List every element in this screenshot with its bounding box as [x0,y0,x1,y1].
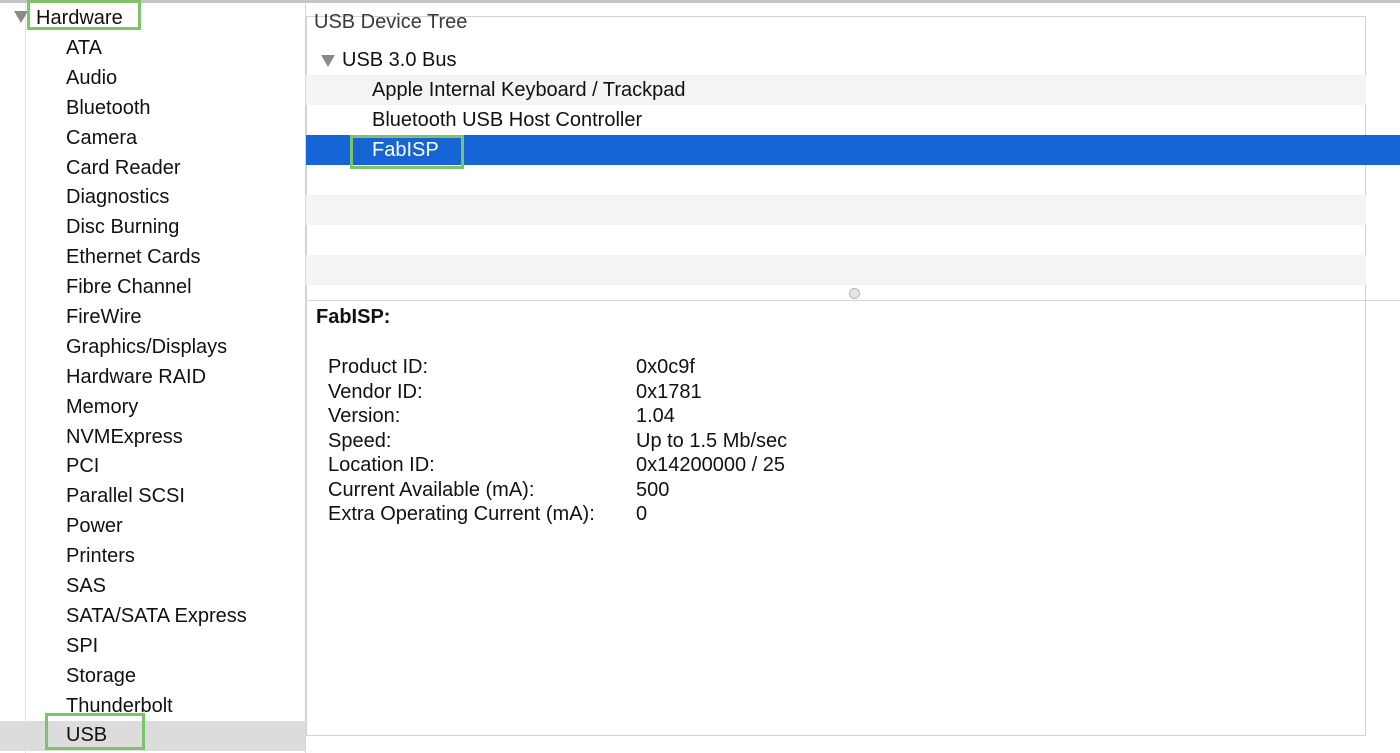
sidebar-item-ata[interactable]: ATA [0,34,305,64]
detail-key: Product ID: [328,356,429,378]
tree-device-label: Bluetooth USB Host Controller [372,109,643,131]
detail-row-extra-operating-current: Extra Operating Current (mA): 0 [328,502,787,527]
tree-row-empty [306,195,1366,225]
sidebar-item-power[interactable]: Power [0,512,305,542]
tree-row-empty [306,165,1366,195]
sidebar-item-bluetooth[interactable]: Bluetooth [0,94,305,124]
sidebar-item-storage[interactable]: Storage [0,662,305,692]
tree-row-empty [306,255,1366,285]
splitter-handle-icon[interactable] [849,288,860,299]
sidebar-item-parallel-scsi[interactable]: Parallel SCSI [0,482,305,512]
sidebar-item-card-reader[interactable]: Card Reader [0,154,305,184]
sidebar-item-diagnostics[interactable]: Diagnostics [0,183,305,213]
main-pane: USB Device Tree USB 3.0 Bus Apple Intern… [306,3,1400,753]
sidebar-item-pci[interactable]: PCI [0,452,305,482]
detail-value: 0x0c9f [636,356,695,378]
detail-value: 0 [636,503,648,525]
tree-row-empty [306,225,1366,255]
tree-header: USB Device Tree [314,11,468,33]
sidebar-item-audio[interactable]: Audio [0,64,305,94]
sidebar: Hardware ATA Audio Bluetooth Camera Card… [0,3,306,753]
detail-value: 500 [636,478,670,501]
pane-splitter[interactable] [306,300,1400,301]
sidebar-item-camera[interactable]: Camera [0,124,305,154]
detail-row-product-id: Product ID: 0x0c9f [328,355,787,380]
detail-row-speed: Speed: Up to 1.5 Mb/sec [328,429,787,454]
detail-value: 0x1781 [636,380,702,403]
detail-value: 0x14200000 / 25 [636,454,786,476]
sidebar-item-spi[interactable]: SPI [0,632,305,662]
annotation-highlight-fabisp [350,135,464,169]
tree-bus-label: USB 3.0 Bus [342,49,457,71]
disclosure-triangle-icon[interactable] [14,11,28,23]
sidebar-item-sas[interactable]: SAS [0,572,305,602]
sidebar-item-disc-burning[interactable]: Disc Burning [0,213,305,243]
detail-key: Vendor ID: [328,380,423,403]
detail-key: Extra Operating Current (mA): [328,503,595,525]
disclosure-triangle-icon[interactable] [321,55,335,67]
sidebar-item-sata-express[interactable]: SATA/SATA Express [0,602,305,632]
sidebar-item-nvmexpress[interactable]: NVMExpress [0,423,305,453]
sidebar-item-ethernet-cards[interactable]: Ethernet Cards [0,243,305,273]
detail-properties: Product ID: 0x0c9f Vendor ID: 0x1781 Versi… [328,355,787,527]
tree-row-bluetooth-controller[interactable]: Bluetooth USB Host Controller [306,105,1366,135]
sidebar-item-fibre-channel[interactable]: Fibre Channel [0,273,305,303]
detail-title: FabISP: [316,306,391,328]
annotation-highlight-hardware [27,0,141,30]
sidebar-item-firewire[interactable]: FireWire [0,303,305,333]
tree-row-usb-bus[interactable]: USB 3.0 Bus [306,45,1366,75]
sidebar-item-printers[interactable]: Printers [0,542,305,572]
detail-row-location-id: Location ID: 0x14200000 / 25 [328,453,787,478]
detail-value: Up to 1.5 Mb/sec [636,429,788,452]
detail-key: Location ID: [328,454,435,476]
sidebar-item-memory[interactable]: Memory [0,393,305,423]
sidebar-item-graphics-displays[interactable]: Graphics/Displays [0,333,305,363]
detail-key: Speed: [328,429,392,452]
detail-value: 1.04 [636,405,675,427]
sidebar-item-hardware-raid[interactable]: Hardware RAID [0,363,305,393]
usb-device-tree: USB 3.0 Bus Apple Internal Keyboard / Tr… [306,45,1400,285]
detail-key: Version: [328,405,401,427]
detail-row-current-available: Current Available (mA): 500 [328,478,787,503]
sidebar-list: ATA Audio Bluetooth Camera Card Reader D… [0,34,305,752]
tree-device-label: Apple Internal Keyboard / Trackpad [372,79,686,101]
detail-row-version: Version: 1.04 [328,404,787,429]
detail-row-vendor-id: Vendor ID: 0x1781 [328,380,787,405]
tree-row-fabisp[interactable]: FabISP [306,135,1400,165]
annotation-highlight-usb [45,713,145,750]
tree-row-keyboard-trackpad[interactable]: Apple Internal Keyboard / Trackpad [306,75,1366,105]
detail-key: Current Available (mA): [328,478,535,501]
